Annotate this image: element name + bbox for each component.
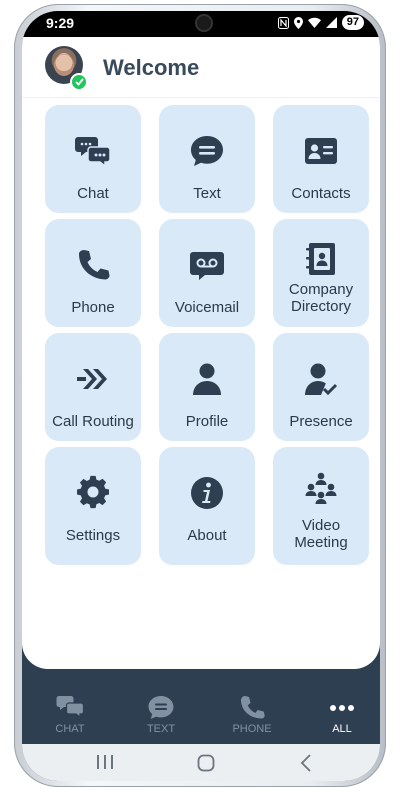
tile-label: Company Directory bbox=[273, 281, 369, 315]
tile-text[interactable]: Text bbox=[159, 105, 255, 214]
tile-label-line: Settings bbox=[65, 527, 121, 544]
person-check-icon bbox=[305, 363, 338, 396]
front-camera bbox=[197, 16, 211, 30]
gear-icon bbox=[77, 475, 109, 509]
tile-label: Call Routing bbox=[45, 413, 141, 430]
tile-profile[interactable]: Profile bbox=[159, 333, 255, 442]
location-icon bbox=[293, 16, 303, 29]
header: Welcome bbox=[22, 37, 380, 98]
battery-level: 97 bbox=[341, 15, 364, 30]
info-icon bbox=[191, 477, 223, 509]
tile-label-line: Directory bbox=[290, 298, 351, 315]
tile-label: Voicemail bbox=[159, 299, 255, 316]
bottom-nav: CHAT TEXT PHONE ALL bbox=[22, 679, 380, 743]
chat-bubbles-icon bbox=[56, 696, 84, 719]
tile-video-meeting[interactable]: Video Meeting bbox=[273, 447, 369, 566]
more-dots-icon bbox=[330, 705, 354, 711]
tile-label: Profile bbox=[159, 413, 255, 430]
tile-label: Chat bbox=[45, 185, 141, 202]
nav-label: ALL bbox=[332, 723, 352, 735]
tile-label-line: Profile bbox=[185, 413, 229, 430]
status-bar: 9:29 97 bbox=[22, 11, 380, 37]
tile-about[interactable]: About bbox=[159, 447, 255, 566]
avatar-face bbox=[54, 54, 74, 76]
tile-label-line: Text bbox=[193, 185, 221, 202]
double-arrow-icon bbox=[77, 369, 107, 389]
page-title: Welcome bbox=[103, 55, 200, 80]
tile-label-line: About bbox=[187, 527, 227, 544]
nav-text[interactable]: TEXT bbox=[126, 679, 196, 743]
wifi-icon bbox=[307, 17, 321, 28]
status-time: 9:29 bbox=[46, 15, 75, 31]
group-meeting-icon bbox=[305, 472, 337, 504]
nav-label: TEXT bbox=[146, 723, 176, 735]
tile-call-routing[interactable]: Call Routing bbox=[45, 333, 141, 442]
chat-bubbles-icon bbox=[75, 137, 111, 168]
tile-label: About bbox=[159, 527, 255, 544]
back-icon[interactable] bbox=[300, 754, 312, 772]
tile-label-line: Contacts bbox=[291, 185, 351, 202]
system-nav-bar bbox=[22, 744, 380, 781]
tile-label-line: Voicemail bbox=[174, 299, 240, 316]
nav-label: CHAT bbox=[55, 723, 85, 735]
home-icon[interactable] bbox=[197, 754, 215, 772]
tile-label: Settings bbox=[45, 527, 141, 544]
nav-all[interactable]: ALL bbox=[307, 679, 377, 743]
signal-icon bbox=[325, 17, 337, 28]
presence-status-icon bbox=[70, 73, 88, 91]
home-content: 9:29 97 Welcome Chat Text Contacts Phone… bbox=[22, 11, 380, 669]
message-bubble-icon bbox=[191, 136, 223, 166]
phone-icon bbox=[241, 696, 265, 719]
message-bubble-icon bbox=[148, 696, 174, 719]
tile-contacts[interactable]: Contacts bbox=[273, 105, 369, 214]
tile-company-directory[interactable]: Company Directory bbox=[273, 219, 369, 328]
tile-label-line: Company bbox=[288, 281, 354, 298]
tile-label: Phone bbox=[45, 299, 141, 316]
tile-label-line: Phone bbox=[71, 299, 115, 316]
directory-book-icon bbox=[306, 243, 335, 275]
voicemail-icon bbox=[190, 252, 224, 280]
screen: 9:29 97 Welcome Chat Text Contacts Phone… bbox=[22, 11, 380, 781]
nav-chat[interactable]: CHAT bbox=[35, 679, 105, 743]
tile-label-line: Chat bbox=[77, 185, 109, 202]
tile-voicemail[interactable]: Voicemail bbox=[159, 219, 255, 328]
nfc-icon bbox=[277, 16, 289, 29]
status-icons: 97 bbox=[277, 15, 364, 30]
tile-label-line: Video bbox=[301, 517, 341, 534]
person-icon bbox=[193, 363, 221, 395]
tile-settings[interactable]: Settings bbox=[45, 447, 141, 566]
tile-label: Video Meeting bbox=[273, 517, 369, 551]
tile-phone[interactable]: Phone bbox=[45, 219, 141, 328]
tile-presence[interactable]: Presence bbox=[273, 333, 369, 442]
nav-phone[interactable]: PHONE bbox=[217, 679, 287, 743]
tile-label: Contacts bbox=[273, 185, 369, 202]
recent-apps-icon[interactable] bbox=[95, 754, 115, 770]
tile-label: Presence bbox=[273, 413, 369, 430]
nav-label: PHONE bbox=[232, 723, 272, 735]
phone-icon bbox=[79, 250, 110, 280]
tile-label-line: Presence bbox=[289, 413, 353, 430]
tile-label-line: Meeting bbox=[294, 534, 348, 551]
tile-chat[interactable]: Chat bbox=[45, 105, 141, 214]
tile-label-line: Call Routing bbox=[52, 413, 134, 430]
contact-card-icon bbox=[305, 138, 337, 164]
tile-label: Text bbox=[159, 185, 255, 202]
